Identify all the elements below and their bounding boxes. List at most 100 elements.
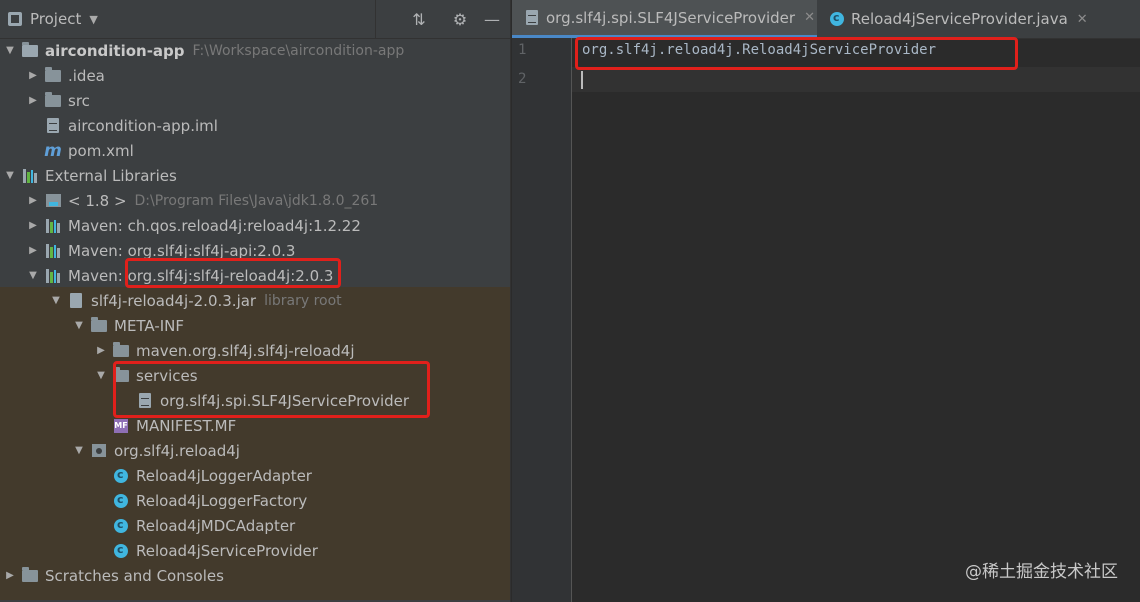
collapsed-arrow-icon[interactable]: ▶ bbox=[27, 220, 39, 231]
tree-item-maven-slf4j-api[interactable]: ▶ Maven: org.slf4j:slf4j-api:2.0.3 bbox=[0, 238, 537, 263]
tab-label: Reload4jServiceProvider.java bbox=[851, 10, 1068, 28]
tree-item-label: maven.org.slf4j.slf4j-reload4j bbox=[136, 341, 355, 360]
folder-icon bbox=[113, 366, 129, 384]
tree-item-label: Reload4jLoggerFactory bbox=[136, 491, 308, 510]
package-icon bbox=[91, 443, 107, 459]
editor-panel: org.slf4j.spi.SLF4JServiceProvider ✕ Rel… bbox=[512, 0, 1140, 602]
text-file-icon bbox=[137, 393, 153, 409]
line-number: 1 bbox=[518, 42, 527, 58]
expanded-arrow-icon[interactable]: ▼ bbox=[50, 295, 62, 306]
tree-item-src[interactable]: ▶ src bbox=[0, 88, 537, 113]
line-number: 2 bbox=[518, 71, 527, 87]
library-icon bbox=[45, 243, 61, 259]
tab-label: org.slf4j.spi.SLF4JServiceProvider bbox=[546, 8, 796, 27]
collapse-all-icon[interactable]: ⇅ bbox=[408, 8, 430, 30]
library-icon bbox=[45, 218, 61, 234]
tree-item-external-libraries[interactable]: ▼ External Libraries bbox=[0, 163, 514, 188]
module-folder-icon bbox=[22, 41, 38, 59]
tree-item-label: .idea bbox=[68, 66, 105, 85]
sdk-icon bbox=[45, 193, 61, 209]
collapsed-arrow-icon[interactable]: ▶ bbox=[4, 570, 16, 581]
line-number-gutter bbox=[512, 38, 572, 602]
tab-service-provider-file[interactable]: org.slf4j.spi.SLF4JServiceProvider ✕ bbox=[512, 0, 817, 38]
gear-icon[interactable]: ⚙ bbox=[449, 8, 471, 30]
tree-item-meta-inf[interactable]: ▼ META-INF bbox=[0, 313, 583, 338]
collapsed-arrow-icon[interactable]: ▶ bbox=[27, 95, 39, 106]
scratches-icon bbox=[22, 566, 38, 584]
tree-item-label: pom.xml bbox=[68, 141, 134, 160]
tree-item-iml[interactable]: aircondition-app.iml bbox=[0, 113, 537, 138]
expanded-arrow-icon[interactable]: ▼ bbox=[95, 370, 107, 381]
iml-file-icon bbox=[45, 118, 61, 134]
class-icon bbox=[113, 518, 129, 534]
folder-icon bbox=[91, 316, 107, 334]
current-line-highlight bbox=[572, 67, 1140, 92]
tree-item-label: Reload4jServiceProvider bbox=[136, 541, 318, 560]
collapsed-arrow-icon[interactable]: ▶ bbox=[27, 70, 39, 81]
folder-icon bbox=[113, 341, 129, 359]
expanded-arrow-icon[interactable]: ▼ bbox=[4, 45, 16, 56]
tree-item-label: Scratches and Consoles bbox=[45, 566, 224, 585]
watermark: @稀土掘金技术社区 bbox=[965, 562, 1118, 582]
tree-item-label: services bbox=[136, 366, 198, 385]
tree-item-project-root[interactable]: ▼ aircondition-app F:\Workspace\aircondi… bbox=[0, 38, 514, 63]
tab-reload4j-service-provider[interactable]: Reload4jServiceProvider.java ✕ bbox=[817, 0, 1097, 38]
minimize-icon[interactable]: — bbox=[481, 8, 503, 30]
project-toolbar: Project ▼ ⇅ ⚙ — bbox=[0, 0, 510, 39]
close-icon[interactable]: ✕ bbox=[1077, 12, 1088, 27]
tree-item-label: Reload4jMDCAdapter bbox=[136, 516, 296, 535]
text-cursor bbox=[581, 71, 583, 89]
tree-item-maven-slf4j-reload4j[interactable]: ▼ Maven: org.slf4j:slf4j-reload4j:2.0.3 bbox=[0, 263, 537, 288]
tree-item-label: Maven: org.slf4j:slf4j-api:2.0.3 bbox=[68, 241, 296, 260]
class-icon bbox=[829, 11, 845, 27]
close-icon[interactable]: ✕ bbox=[804, 10, 815, 25]
tree-item-label-prefix: Maven: bbox=[68, 266, 128, 285]
tree-item-jdk[interactable]: ▶ < 1.8 > D:\Program Files\Java\jdk1.8.0… bbox=[0, 188, 537, 213]
class-icon bbox=[113, 493, 129, 509]
expanded-arrow-icon[interactable]: ▼ bbox=[4, 170, 16, 181]
tree-item-path: F:\Workspace\aircondition-app bbox=[192, 42, 405, 59]
project-panel: Project ▼ ⇅ ⚙ — ▼ aircondition-app F:\Wo… bbox=[0, 0, 510, 602]
chevron-down-icon: ▼ bbox=[89, 12, 98, 26]
folder-icon bbox=[45, 91, 61, 109]
tree-item-path: library root bbox=[264, 292, 342, 309]
class-icon bbox=[113, 468, 129, 484]
text-file-icon bbox=[524, 10, 540, 26]
tree-item-path: D:\Program Files\Java\jdk1.8.0_261 bbox=[134, 192, 379, 209]
tree-item-label: MANIFEST.MF bbox=[136, 416, 237, 435]
tree-item-label: < 1.8 > bbox=[68, 191, 127, 210]
folder-icon bbox=[45, 66, 61, 84]
project-title: Project bbox=[30, 10, 82, 28]
toolbar-separator bbox=[375, 0, 376, 38]
tree-item-label: org.slf4j.spi.SLF4JServiceProvider bbox=[160, 391, 410, 410]
tree-item-package[interactable]: ▼ org.slf4j.reload4j bbox=[0, 438, 583, 463]
tree-item-maven-reload4j[interactable]: ▶ Maven: ch.qos.reload4j:reload4j:1.2.22 bbox=[0, 213, 537, 238]
project-tree: ▼ aircondition-app F:\Workspace\aircondi… bbox=[0, 38, 510, 602]
editor-tab-bar: org.slf4j.spi.SLF4JServiceProvider ✕ Rel… bbox=[512, 0, 1140, 39]
tree-item-pom[interactable]: m pom.xml bbox=[0, 138, 537, 163]
tree-item-label: META-INF bbox=[114, 316, 185, 335]
tree-item-label: Maven: ch.qos.reload4j:reload4j:1.2.22 bbox=[68, 216, 361, 235]
tree-item-label: Reload4jLoggerAdapter bbox=[136, 466, 312, 485]
library-icon bbox=[45, 268, 61, 284]
tree-item-jar[interactable]: ▼ slf4j-reload4j-2.0.3.jar library root bbox=[0, 288, 560, 313]
project-view-selector[interactable]: Project ▼ bbox=[8, 8, 98, 30]
expanded-arrow-icon[interactable]: ▼ bbox=[27, 270, 39, 281]
tree-item-label: aircondition-app bbox=[45, 41, 185, 60]
tree-item-label: org.slf4j.reload4j bbox=[114, 441, 240, 460]
tree-item-idea[interactable]: ▶ .idea bbox=[0, 63, 537, 88]
collapsed-arrow-icon[interactable]: ▶ bbox=[27, 245, 39, 256]
expanded-arrow-icon[interactable]: ▼ bbox=[73, 320, 85, 331]
tree-item-label: aircondition-app.iml bbox=[68, 116, 218, 135]
manifest-icon: MF bbox=[113, 418, 129, 434]
collapsed-arrow-icon[interactable]: ▶ bbox=[95, 345, 107, 356]
maven-icon: m bbox=[44, 140, 62, 161]
expanded-arrow-icon[interactable]: ▼ bbox=[73, 445, 85, 456]
tree-item-label: External Libraries bbox=[45, 166, 177, 185]
tree-item-scratches[interactable]: ▶ Scratches and Consoles bbox=[0, 563, 514, 588]
tree-item-label: src bbox=[68, 91, 90, 110]
library-icon bbox=[22, 168, 38, 184]
jar-icon bbox=[68, 293, 84, 309]
code-line[interactable]: org.slf4j.reload4j.Reload4jServiceProvid… bbox=[582, 42, 936, 58]
collapsed-arrow-icon[interactable]: ▶ bbox=[27, 195, 39, 206]
